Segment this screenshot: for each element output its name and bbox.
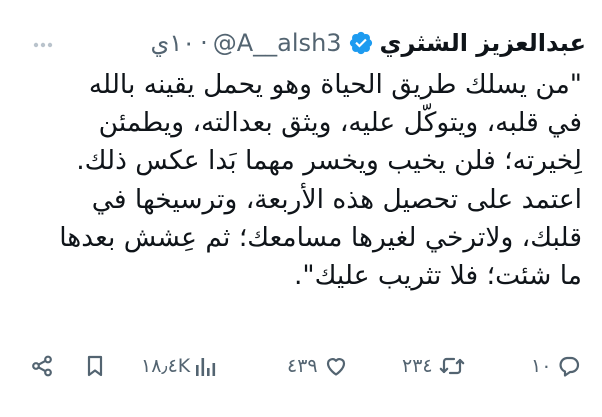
share-button[interactable]	[30, 346, 54, 386]
tweet-text: "من يسلك طريق الحياة وهو يحمل يقينه بالل…	[59, 69, 582, 292]
tweet-header: عبدالعزيز الشثري @A__alsh3 · ١٠ي	[151, 26, 586, 60]
bookmark-icon	[87, 355, 103, 377]
reply-icon	[559, 356, 580, 377]
more-dots-icon	[33, 42, 53, 48]
user-handle[interactable]: @A__alsh3	[213, 29, 342, 57]
replies-count: ١٠	[531, 355, 552, 377]
more-options-button[interactable]	[28, 30, 58, 60]
likes-count: ٤٣٩	[287, 355, 318, 377]
reply-button[interactable]: ١٠	[531, 346, 581, 386]
tweet-card[interactable]: عبدالعزيز الشثري @A__alsh3 · ١٠ي "من يسل…	[0, 0, 602, 417]
retweet-button[interactable]: ٢٣٤	[402, 346, 465, 386]
retweet-icon	[439, 357, 464, 375]
verified-badge-icon	[348, 30, 374, 56]
heart-icon	[326, 358, 345, 376]
display-name[interactable]: عبدالعزيز الشثري	[380, 29, 586, 57]
like-button[interactable]: ٤٣٩	[287, 346, 348, 386]
views-count: ١٨٫٤K	[141, 355, 191, 377]
retweets-count: ٢٣٤	[402, 355, 433, 377]
action-bar: ١٨٫٤K ٤٣٩ ٢٣٤ ١٠	[0, 346, 602, 386]
timestamp[interactable]: ١٠ي	[151, 29, 196, 57]
views-button[interactable]: ١٨٫٤K	[141, 346, 216, 386]
share-icon	[32, 355, 52, 377]
views-chart-icon	[196, 358, 216, 376]
separator-dot: ·	[200, 29, 208, 57]
bookmark-button[interactable]	[84, 346, 106, 386]
